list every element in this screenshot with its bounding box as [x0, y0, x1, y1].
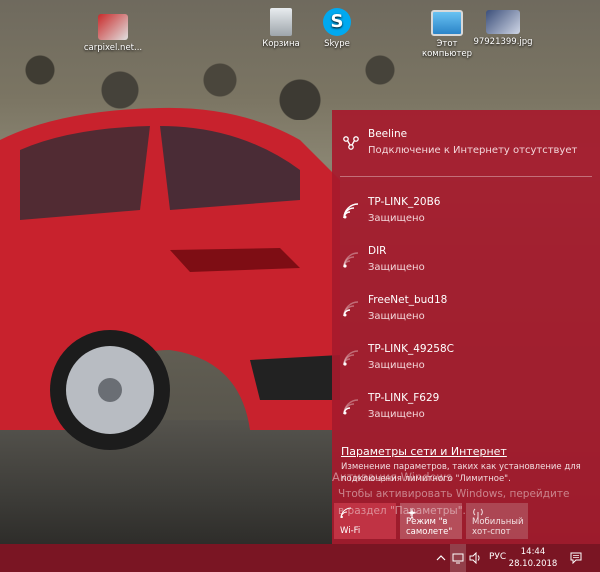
show-hidden-icons-button[interactable]: [434, 544, 448, 572]
clock-date: 28.10.2018: [508, 559, 558, 569]
network-name: FreeNet_bud18: [368, 294, 448, 306]
notifications-icon: [570, 552, 582, 564]
ethernet-icon: [343, 136, 359, 150]
volume-button[interactable]: [468, 544, 484, 572]
speaker-icon: [469, 552, 480, 564]
airplane-mode-label: Режим "в самолете": [406, 517, 453, 537]
network-status: Защищено: [368, 262, 425, 273]
image-file-icon: [98, 14, 128, 40]
network-item-freenet[interactable]: FreeNet_bud18 Защищено: [332, 290, 600, 336]
desktop-icon-label: Skype: [324, 39, 350, 49]
network-item-dir[interactable]: DIR Защищено: [332, 241, 600, 287]
desktop-icon-label: 97921399.jpg: [473, 37, 533, 47]
wifi-signal-icon: [343, 203, 359, 219]
taskbar: РУС 14:44 28.10.2018: [0, 544, 600, 572]
network-item-connected[interactable]: Beeline Подключение к Интернету отсутств…: [332, 124, 600, 170]
network-name: TP-LINK_20B6: [368, 196, 441, 208]
network-tray-button[interactable]: [450, 544, 466, 572]
desktop-icon-label: Этот компьютер: [421, 39, 473, 59]
network-icon: [452, 553, 464, 564]
wifi-signal-icon: [343, 399, 359, 415]
clock-time: 14:44: [520, 547, 546, 557]
wifi-signal-icon: [343, 350, 359, 366]
desktop-icon-label: carpixel.net...: [83, 43, 143, 53]
wifi-signal-icon: [343, 252, 359, 268]
flyout-divider: [340, 176, 592, 177]
action-center-button[interactable]: [566, 544, 586, 572]
recycle-bin-icon: [270, 8, 292, 36]
network-item-tp-link-49258c[interactable]: TP-LINK_49258C Защищено: [332, 339, 600, 385]
desktop-icon-label: Корзина: [262, 39, 300, 49]
network-item-tp-link-f629[interactable]: TP-LINK_F629 Защищено: [332, 388, 600, 434]
network-status: Защищено: [368, 360, 425, 371]
network-status: Защищено: [368, 213, 425, 224]
activation-title: Активация Windows: [332, 470, 453, 484]
mobile-hotspot-label: Мобильный хот-спот: [472, 517, 524, 537]
activation-text: Чтобы активировать Windows, перейдите в …: [338, 488, 570, 517]
clock[interactable]: 14:44 28.10.2018: [505, 546, 561, 570]
image-file-icon: [486, 10, 520, 34]
wifi-signal-icon: [343, 301, 359, 317]
network-name: TP-LINK_49258C: [368, 343, 454, 355]
wallpaper-car: [0, 107, 340, 450]
network-item-tp-link-20b6[interactable]: TP-LINK_20B6 Защищено: [332, 192, 600, 238]
network-status: Защищено: [368, 409, 425, 420]
network-flyout: Beeline Подключение к Интернету отсутств…: [332, 110, 600, 544]
network-name: DIR: [368, 245, 387, 257]
chevron-up-icon: [436, 555, 446, 561]
network-settings-link[interactable]: Параметры сети и Интернет: [341, 445, 507, 458]
network-status: Защищено: [368, 311, 425, 322]
input-language-indicator[interactable]: РУС: [489, 552, 506, 562]
desktop-icon-jpg[interactable]: 97921399.jpg: [468, 10, 538, 47]
network-name: Beeline: [368, 128, 408, 140]
computer-icon: [431, 10, 463, 36]
skype-icon: S: [323, 8, 351, 36]
network-status: Подключение к Интернету отсутствует: [368, 145, 578, 156]
desktop-icon-carpixel[interactable]: carpixel.net...: [78, 14, 148, 53]
desktop-icon-skype[interactable]: S Skype: [302, 8, 372, 49]
network-name: TP-LINK_F629: [368, 392, 440, 404]
wifi-label: Wi-Fi: [340, 526, 361, 536]
